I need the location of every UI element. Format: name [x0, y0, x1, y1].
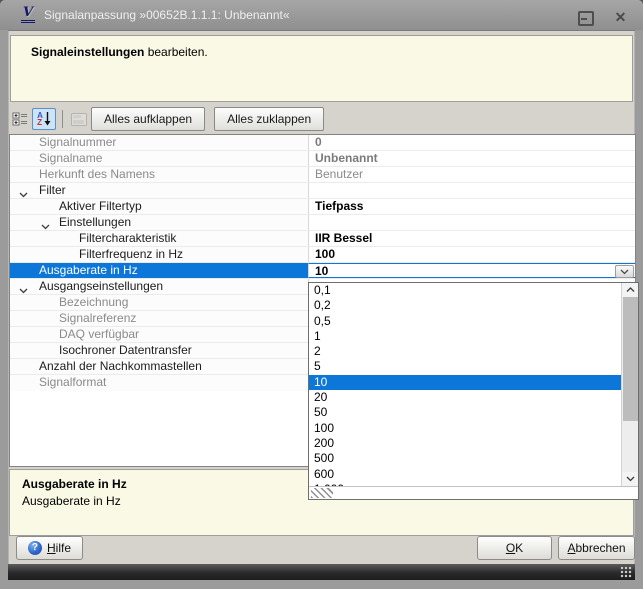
property-label: Filtercharakteristik — [79, 231, 176, 246]
dropdown-item[interactable]: 0,1 — [309, 283, 638, 298]
close-icon: ✕ — [615, 9, 627, 25]
dialog-window: V Signalanpassung »00652B.1.1.1: Unbenan… — [0, 0, 643, 589]
dropdown-item[interactable]: 0,5 — [309, 314, 638, 329]
property-label: Signalnummer — [39, 135, 116, 150]
info-header-rest: bearbeiten. — [144, 45, 207, 59]
category-label: Einstellungen — [59, 215, 131, 230]
dropdown-item[interactable]: 50 — [309, 405, 638, 420]
property-label: Signalreferenz — [59, 311, 136, 326]
dropdown-scrollbar[interactable] — [621, 283, 638, 486]
property-value: IIR Bessel — [308, 231, 635, 246]
toolbar-separator — [62, 110, 63, 128]
row-filter-group[interactable]: Filter — [10, 183, 635, 199]
property-value — [308, 215, 635, 230]
dropdown-item[interactable]: 2 — [309, 344, 638, 359]
row-signalnummer[interactable]: Signalnummer 0 — [10, 135, 635, 151]
row-filtercharakteristik[interactable]: Filtercharakteristik IIR Bessel — [10, 231, 635, 247]
value-dropdown-button[interactable] — [615, 265, 634, 278]
property-label: Herkunft des Namens — [39, 167, 155, 182]
help-icon: ? — [28, 541, 42, 555]
chevron-down-icon — [620, 269, 629, 275]
sort-az-icon: AZ — [37, 112, 51, 126]
category-label: Filter — [39, 183, 66, 198]
window-resize-grip-icon[interactable] — [620, 566, 632, 578]
categorized-view-button[interactable] — [10, 109, 30, 129]
property-value: Unbenannt — [308, 151, 635, 166]
categorized-view-icon — [12, 111, 29, 127]
row-filterfrequenz[interactable]: Filterfrequenz in Hz 100 — [10, 247, 635, 263]
row-signalname[interactable]: Signalname Unbenannt — [10, 151, 635, 167]
row-ausgaberate[interactable]: Ausgaberate in Hz 10 — [10, 263, 635, 279]
dropdown-item[interactable]: 500 — [309, 451, 638, 466]
property-label: Signalformat — [39, 375, 106, 390]
property-toolbar: AZ Alles aufklappen Alles zuklappen — [10, 107, 633, 131]
property-label: Isochroner Datentransfer — [59, 343, 192, 358]
dropdown-item[interactable]: 1 — [309, 329, 638, 344]
expand-all-button[interactable]: Alles aufklappen — [91, 107, 205, 131]
property-value: Benutzer — [308, 167, 635, 182]
sort-alphabetical-button[interactable]: AZ — [32, 108, 56, 130]
dropdown-item[interactable]: 5 — [309, 359, 638, 374]
info-header: Signaleinstellungen bearbeiten. — [10, 35, 633, 102]
dialog-client-area: Signaleinstellungen bearbeiten. AZ — [8, 30, 635, 564]
info-header-keyword: Signaleinstellungen — [31, 45, 144, 59]
property-label: Ausgaberate in Hz — [39, 263, 138, 278]
property-value — [308, 183, 635, 198]
row-einstellungen-group[interactable]: Einstellungen — [10, 215, 635, 231]
rate-dropdown-list: 0,1 0,2 0,5 1 2 5 10 20 50 100 200 500 6… — [308, 282, 639, 500]
maximize-button[interactable] — [576, 10, 593, 25]
dropdown-item[interactable]: 0,2 — [309, 298, 638, 313]
property-label: Bezeichnung — [59, 295, 128, 310]
help-button[interactable]: ? Hilfe — [16, 536, 83, 560]
property-value: 0 — [308, 135, 635, 150]
dropdown-item[interactable]: 600 — [309, 467, 638, 482]
row-herkunft[interactable]: Herkunft des Namens Benutzer — [10, 167, 635, 183]
property-label: Signalname — [39, 151, 102, 166]
scroll-up-button[interactable] — [622, 283, 638, 297]
property-pages-icon — [71, 113, 87, 126]
category-label: Ausgangseinstellungen — [39, 279, 163, 294]
property-label: Filterfrequenz in Hz — [79, 247, 183, 262]
dropdown-item[interactable]: 200 — [309, 436, 638, 451]
property-label: DAQ verfügbar — [59, 327, 139, 342]
window-title: Signalanpassung »00652B.1.1.1: Unbenannt… — [44, 8, 290, 22]
dropdown-item[interactable]: 20 — [309, 390, 638, 405]
dropdown-item[interactable]: 100 — [309, 421, 638, 436]
scrollbar-thumb[interactable] — [623, 297, 638, 421]
property-value: Tiefpass — [308, 199, 635, 214]
titlebar[interactable]: V Signalanpassung »00652B.1.1.1: Unbenan… — [0, 0, 643, 30]
dropdown-item-selected[interactable]: 10 — [309, 375, 638, 390]
close-button[interactable]: ✕ — [612, 10, 629, 25]
ok-button[interactable]: OK — [477, 536, 552, 560]
collapse-all-label: Alles zuklappen — [227, 112, 311, 126]
scroll-down-button[interactable] — [622, 472, 638, 486]
statusbar — [8, 564, 635, 580]
property-pages-button — [69, 109, 89, 129]
property-value: 100 — [308, 247, 635, 262]
property-label: Aktiver Filtertyp — [59, 199, 142, 214]
dropdown-resize-strip — [309, 486, 638, 499]
expand-all-label: Alles aufklappen — [104, 112, 192, 126]
property-value: 10 — [315, 264, 328, 278]
property-value-editor[interactable]: 10 — [308, 263, 635, 278]
cancel-button[interactable]: Abbrechen — [558, 536, 635, 560]
dropdown-resize-grip-icon[interactable] — [311, 488, 333, 498]
collapse-all-button[interactable]: Alles zuklappen — [214, 107, 324, 131]
property-label: Anzahl der Nachkommastellen — [39, 359, 202, 374]
chevron-up-icon — [626, 287, 635, 293]
chevron-down-icon — [626, 476, 635, 482]
app-logo-icon: V — [20, 7, 36, 24]
row-aktiver-filtertyp[interactable]: Aktiver Filtertyp Tiefpass — [10, 199, 635, 215]
dropdown-items: 0,1 0,2 0,5 1 2 5 10 20 50 100 200 500 6… — [309, 283, 638, 486]
